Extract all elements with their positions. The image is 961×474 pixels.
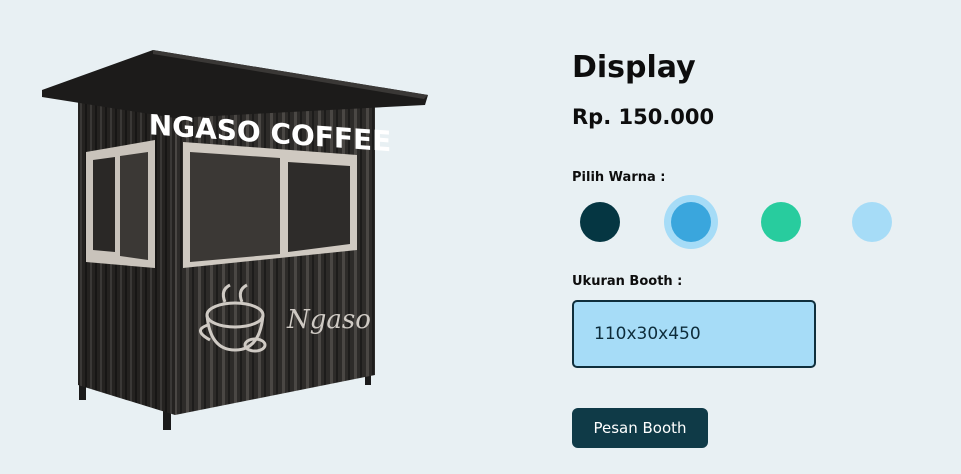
booth-size-option[interactable]: 110x30x450 xyxy=(572,300,816,368)
color-swatch-dark-teal[interactable] xyxy=(580,202,620,242)
color-swatch-light-blue[interactable] xyxy=(852,202,892,242)
color-picker-label: Pilih Warna : xyxy=(572,170,666,185)
front-window xyxy=(183,142,357,268)
booth-size-label: Ukuran Booth : xyxy=(572,274,683,289)
booth-logo-script: Ngaso xyxy=(286,305,371,335)
coffee-booth-illustration: NGASO COFFEE Ngaso xyxy=(42,50,428,430)
color-swatch-green[interactable] xyxy=(761,202,801,242)
booth-size-value: 110x30x450 xyxy=(594,324,701,344)
product-title: Display xyxy=(572,50,696,85)
booth-product-image: NGASO COFFEE Ngaso xyxy=(30,40,440,440)
product-price: Rp. 150.000 xyxy=(572,105,715,129)
product-details: Display Rp. 150.000 Pilih Warna : Ukuran… xyxy=(572,0,952,474)
side-window xyxy=(86,140,155,268)
order-booth-button[interactable]: Pesan Booth xyxy=(572,408,708,448)
color-swatch-blue[interactable] xyxy=(671,202,711,242)
